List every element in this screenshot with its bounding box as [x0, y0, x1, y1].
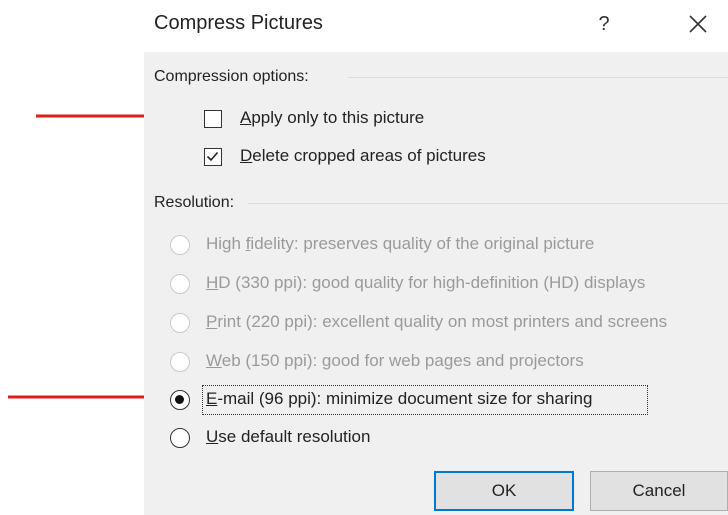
radio-email-96-circle[interactable]	[170, 390, 190, 410]
compression-group-divider	[348, 77, 728, 78]
cancel-button[interactable]: Cancel	[590, 471, 728, 511]
radio-use-default[interactable]: Use default resolution	[168, 425, 468, 451]
help-button[interactable]: ?	[590, 8, 618, 40]
checkmark-icon	[206, 151, 219, 162]
apply-only-checkbox[interactable]	[204, 110, 222, 128]
compress-pictures-dialog: Compress Pictures ? Compression options:…	[144, 0, 728, 515]
dialog-title: Compress Pictures	[154, 12, 323, 34]
delete-cropped-areas-option[interactable]: Delete cropped areas of pictures	[202, 144, 562, 170]
radio-print-220-circle[interactable]	[170, 313, 190, 333]
radio-hd-330-label: HD (330 ppi): good quality for high-defi…	[206, 273, 646, 292]
delete-cropped-label: Delete cropped areas of pictures	[240, 146, 486, 165]
dialog-body: Compression options: Apply only to this …	[144, 52, 728, 515]
radio-use-default-label: Use default resolution	[206, 427, 371, 446]
radio-print-220[interactable]: Print (220 ppi): excellent quality on mo…	[168, 310, 728, 336]
radio-hd-330-circle[interactable]	[170, 274, 190, 294]
radio-hd-330[interactable]: HD (330 ppi): good quality for high-defi…	[168, 271, 728, 297]
apply-only-this-picture-option[interactable]: Apply only to this picture	[202, 106, 532, 132]
resolution-label: Resolution:	[154, 194, 235, 211]
radio-use-default-circle[interactable]	[170, 428, 190, 448]
radio-email-96[interactable]: E-mail (96 ppi): minimize document size …	[168, 385, 728, 415]
radio-high-fidelity-label: High fidelity: preserves quality of the …	[206, 234, 595, 253]
resolution-group-divider	[248, 203, 728, 204]
radio-web-150-label: Web (150 ppi): good for web pages and pr…	[206, 351, 584, 370]
apply-only-label: Apply only to this picture	[240, 108, 425, 127]
title-bar: Compress Pictures ?	[144, 0, 728, 52]
radio-high-fidelity[interactable]: High fidelity: preserves quality of the …	[168, 232, 728, 258]
delete-cropped-checkbox[interactable]	[204, 148, 222, 166]
radio-web-150-circle[interactable]	[170, 352, 190, 372]
radio-web-150[interactable]: Web (150 ppi): good for web pages and pr…	[168, 349, 728, 375]
close-icon[interactable]	[682, 8, 714, 40]
radio-selected-dot	[175, 395, 184, 404]
radio-high-fidelity-circle[interactable]	[170, 235, 190, 255]
compression-options-label: Compression options:	[154, 68, 309, 85]
annotation-arrow-email	[8, 390, 164, 404]
radio-print-220-label: Print (220 ppi): excellent quality on mo…	[206, 312, 668, 331]
radio-email-96-label: E-mail (96 ppi): minimize document size …	[206, 389, 593, 408]
ok-button[interactable]: OK	[434, 471, 574, 511]
